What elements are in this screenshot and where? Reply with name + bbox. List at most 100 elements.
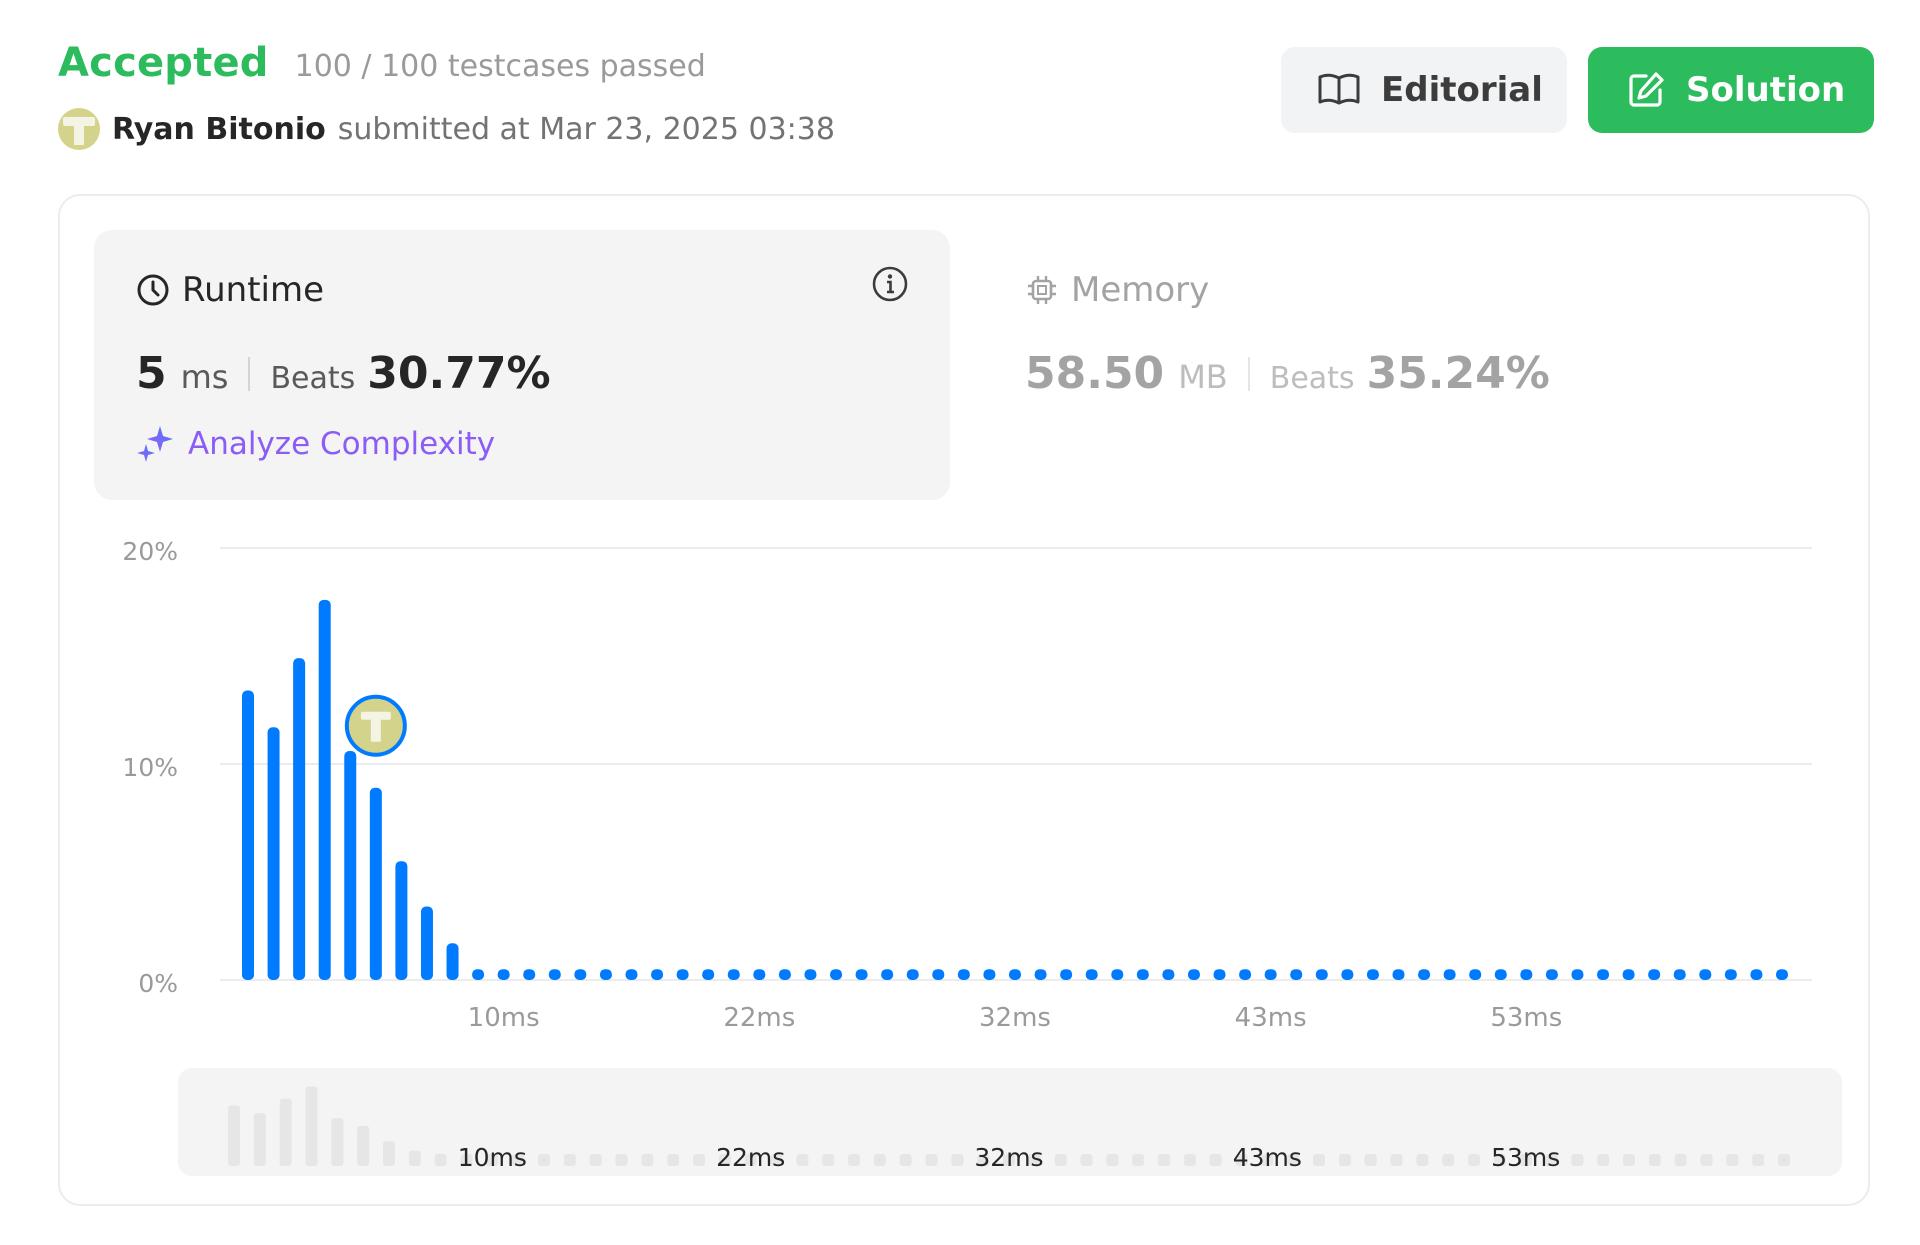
chart-bar[interactable] xyxy=(293,658,306,980)
mini-bar xyxy=(1054,1154,1067,1166)
chart-bar[interactable] xyxy=(1673,969,1686,980)
chart-bar[interactable] xyxy=(395,861,408,980)
mini-bar xyxy=(1674,1154,1687,1166)
chart-bar[interactable] xyxy=(344,751,357,980)
mini-bar xyxy=(925,1154,938,1166)
mini-bar xyxy=(1338,1154,1351,1166)
chart-bar[interactable] xyxy=(1136,969,1149,980)
chart-bar[interactable] xyxy=(753,969,766,980)
chart-bar[interactable] xyxy=(574,969,587,980)
mini-bar xyxy=(1390,1154,1403,1166)
chart-bar[interactable] xyxy=(906,969,919,980)
chart-bar[interactable] xyxy=(1366,969,1379,980)
mini-bar xyxy=(1623,1154,1635,1166)
chart-bar[interactable] xyxy=(1264,969,1277,980)
chart-bar[interactable] xyxy=(1494,969,1507,980)
runtime-distribution-chart[interactable]: 20% 10% 0% 10ms 22ms 32ms 43ms 53ms 10ms 22ms 32ms… xyxy=(60,196,1868,1204)
chart-bar[interactable] xyxy=(1724,969,1737,980)
chart-bar[interactable] xyxy=(932,969,945,980)
chart-bar[interactable] xyxy=(1315,969,1328,980)
chart-bar[interactable] xyxy=(599,969,612,980)
mini-bar xyxy=(1158,1154,1170,1166)
mini-x-tick-label: 22ms xyxy=(716,1143,785,1172)
chart-bar[interactable] xyxy=(1418,969,1431,980)
mini-bar xyxy=(538,1154,550,1166)
mini-bar xyxy=(848,1154,860,1166)
chart-bar[interactable] xyxy=(548,969,561,980)
chart-bar[interactable] xyxy=(1750,969,1763,980)
chart-bar[interactable] xyxy=(957,969,970,980)
mini-x-tick-label: 53ms xyxy=(1491,1143,1560,1172)
mini-bar xyxy=(1597,1154,1610,1166)
chart-bar[interactable] xyxy=(1443,969,1456,980)
mini-bar xyxy=(822,1154,835,1166)
chart-bar[interactable] xyxy=(1699,969,1712,980)
chart-bar[interactable] xyxy=(1034,969,1047,980)
chart-bar[interactable] xyxy=(242,690,254,980)
chart-bar[interactable] xyxy=(702,969,715,980)
chart-bar[interactable] xyxy=(1597,969,1610,980)
mini-bar xyxy=(563,1154,576,1166)
y-tick-label: 20% xyxy=(122,537,178,566)
mini-bar xyxy=(1132,1154,1145,1166)
chart-bar[interactable] xyxy=(267,727,280,980)
chart-bar[interactable] xyxy=(983,969,996,980)
chart-bar[interactable] xyxy=(1239,969,1252,980)
chart-bar[interactable] xyxy=(676,969,689,980)
x-tick-label: 22ms xyxy=(723,1003,795,1033)
chart-bar[interactable] xyxy=(369,787,382,980)
mini-bar xyxy=(615,1154,628,1166)
chart-bar[interactable] xyxy=(1469,969,1482,980)
mini-bar xyxy=(331,1118,344,1166)
chart-bar[interactable] xyxy=(497,969,510,980)
chart-bar[interactable] xyxy=(1520,969,1533,980)
chart-bar[interactable] xyxy=(804,969,817,980)
chart-bar[interactable] xyxy=(420,906,433,980)
mini-bar xyxy=(1442,1154,1455,1166)
chart-bar[interactable] xyxy=(446,943,459,980)
editorial-button[interactable]: Editorial xyxy=(1281,47,1567,133)
chart-bar[interactable] xyxy=(523,969,536,980)
chart-bar[interactable] xyxy=(1571,969,1584,980)
chart-bar[interactable] xyxy=(1213,969,1226,980)
chart-bar[interactable] xyxy=(1776,969,1788,980)
book-open-icon xyxy=(1318,73,1360,105)
chart-bar[interactable] xyxy=(318,599,331,980)
mini-bar xyxy=(434,1154,447,1166)
mini-bar xyxy=(1700,1154,1713,1166)
chart-bar[interactable] xyxy=(727,969,740,980)
chart-bar[interactable] xyxy=(855,969,868,980)
chart-bar[interactable] xyxy=(1009,969,1021,980)
chart-bar[interactable] xyxy=(1187,969,1200,980)
chart-bar[interactable] xyxy=(1111,969,1124,980)
chart-bar[interactable] xyxy=(1341,969,1354,980)
y-tick-label: 0% xyxy=(138,969,178,998)
chart-bar[interactable] xyxy=(625,969,638,980)
chart-bar[interactable] xyxy=(1545,969,1558,980)
chart-bar[interactable] xyxy=(651,969,664,980)
chart-bar[interactable] xyxy=(881,969,894,980)
mini-bar xyxy=(1648,1154,1661,1166)
chart-bar[interactable] xyxy=(1085,969,1098,980)
mini-bar xyxy=(305,1086,318,1166)
chart-bar[interactable] xyxy=(1622,969,1635,980)
user-name[interactable]: Ryan Bitonio xyxy=(112,112,326,147)
mini-bar xyxy=(667,1154,680,1166)
solution-button[interactable]: Solution xyxy=(1588,47,1874,133)
avatar[interactable] xyxy=(58,108,100,150)
mini-bar xyxy=(1209,1154,1222,1166)
chart-bar[interactable] xyxy=(830,969,843,980)
chart-bar[interactable] xyxy=(1290,969,1303,980)
mini-bar xyxy=(951,1154,964,1166)
mini-bar xyxy=(641,1154,654,1166)
mini-bar xyxy=(279,1098,292,1166)
edit-icon xyxy=(1629,72,1664,107)
chart-bar[interactable] xyxy=(1162,969,1175,980)
chart-bar[interactable] xyxy=(1392,969,1405,980)
chart-bar[interactable] xyxy=(1648,969,1661,980)
solution-label: Solution xyxy=(1686,70,1846,110)
chart-bar[interactable] xyxy=(778,969,791,980)
submitter-info: Ryan Bitonio submitted at Mar 23, 2025 0… xyxy=(58,108,835,150)
chart-bar[interactable] xyxy=(1060,969,1073,980)
chart-bar[interactable] xyxy=(472,969,485,980)
